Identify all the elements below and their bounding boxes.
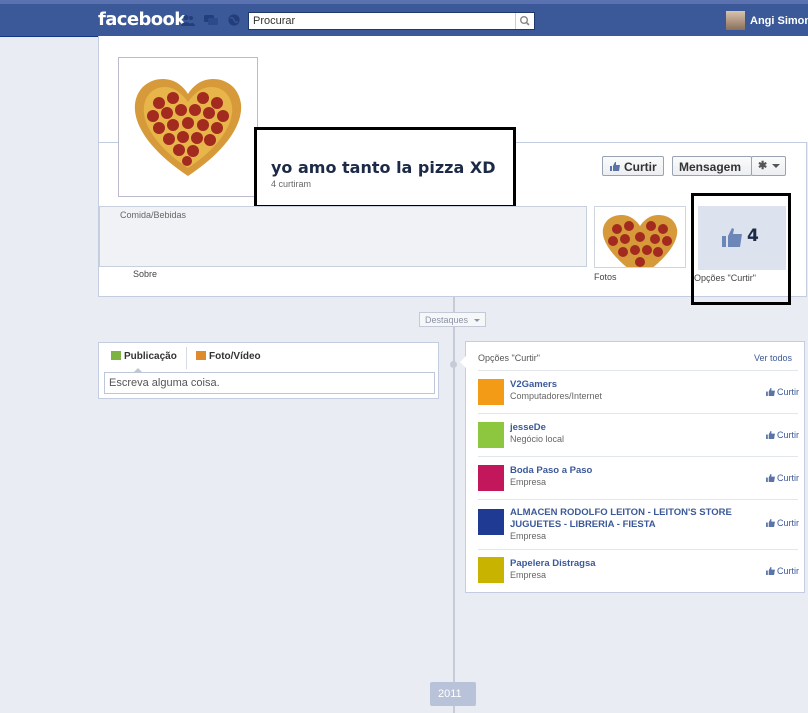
like-button-label: Curtir [777, 430, 799, 440]
liked-page-name[interactable]: ALMACEN RODOLFO LEITON - LEITON'S STORE … [510, 507, 760, 531]
page-category: Comida/Bebidas [120, 210, 187, 220]
page-avatar[interactable] [478, 379, 504, 405]
settings-dropdown-button[interactable]: ✱ [751, 156, 786, 176]
like-button[interactable]: Curtir [766, 518, 799, 528]
chevron-down-icon [772, 164, 780, 168]
user-name[interactable]: Angi Simon [750, 15, 808, 27]
like-button-label: Curtir [777, 518, 799, 528]
thumbs-up-icon [766, 519, 775, 527]
thumbs-up-icon [766, 431, 775, 439]
page-avatar[interactable] [478, 465, 504, 491]
tab-divider [186, 347, 187, 369]
page-avatar[interactable] [478, 422, 504, 448]
page-avatar[interactable] [478, 509, 504, 535]
liked-page-type: Empresa [510, 477, 547, 487]
message-button[interactable]: Mensagem [672, 156, 752, 176]
notifications-globe-icon[interactable] [227, 14, 241, 26]
photo-pizza-image [602, 215, 678, 267]
likes-box-background [698, 206, 786, 270]
list-item: Boda Paso a Paso Empresa Curtir [478, 456, 799, 499]
list-item: V2Gamers Computadores/Internet Curtir [478, 370, 799, 413]
chevron-down-icon [474, 319, 480, 322]
composer-input[interactable] [104, 372, 435, 394]
year-label: 2011 [438, 688, 462, 700]
tab-post[interactable]: Publicação [111, 351, 177, 362]
likes-box[interactable]: 4 Opções "Curtir" [691, 193, 791, 305]
thumbs-up-icon [766, 567, 775, 575]
thumbs-up-icon [766, 388, 775, 396]
post-icon [111, 351, 121, 360]
like-button-label: Curtir [777, 473, 799, 483]
thumbs-up-icon [722, 228, 742, 247]
thumbs-up-icon [766, 474, 775, 482]
like-button[interactable]: Curtir [766, 387, 799, 397]
page-title: yo amo tanto la pizza XD [271, 158, 496, 177]
liked-page-name[interactable]: jesseDe [510, 422, 760, 434]
tab-photo-video[interactable]: Foto/Vídeo [196, 351, 261, 362]
liked-page-type: Empresa [510, 531, 547, 541]
message-button-label: Mensagem [679, 160, 742, 174]
liked-page-name[interactable]: Boda Paso a Paso [510, 465, 760, 477]
post-composer: Publicação Foto/Vídeo [98, 342, 439, 399]
like-button[interactable]: Curtir [766, 473, 799, 483]
liked-page-name[interactable]: V2Gamers [510, 379, 760, 391]
see-all-link[interactable]: Ver todos [754, 353, 792, 363]
tab-photo-video-label: Foto/Vídeo [209, 351, 261, 362]
likes-tab-label[interactable]: Opções "Curtir" [694, 273, 756, 283]
panel-pointer [460, 356, 466, 368]
likes-number: 4 [747, 226, 759, 246]
like-button-label: Curtir [777, 387, 799, 397]
facebook-logo[interactable]: facebook [98, 9, 186, 30]
liked-page-type: Empresa [510, 570, 547, 580]
like-button[interactable]: Curtir [766, 430, 799, 440]
list-item: jesseDe Negócio local Curtir [478, 413, 799, 456]
highlights-dropdown[interactable]: Destaques [419, 312, 486, 327]
list-item: ALMACEN RODOLFO LEITON - LEITON'S STORE … [478, 499, 799, 549]
photos-tab-label[interactable]: Fotos [594, 272, 617, 282]
like-button[interactable]: Curtir [766, 566, 799, 576]
like-page-button[interactable]: Curtir [602, 156, 664, 176]
like-button-label: Curtir [624, 160, 657, 174]
photo-icon [196, 351, 206, 360]
likes-panel-title: Opções "Curtir" [478, 353, 540, 363]
like-button-label: Curtir [777, 566, 799, 576]
user-avatar[interactable] [726, 11, 745, 30]
liked-page-name[interactable]: Papelera Distragsa [510, 558, 760, 570]
page-avatar[interactable] [478, 557, 504, 583]
timeline-line [453, 297, 455, 713]
top-bar: facebook Angi Simon [0, 0, 808, 37]
pizza-heart-image [134, 79, 242, 176]
search-input[interactable] [251, 13, 517, 29]
about-tab-label[interactable]: Sobre [133, 269, 157, 279]
friend-requests-icon[interactable] [181, 14, 195, 26]
page-name-box: yo amo tanto la pizza XD 4 curtiram [254, 127, 516, 208]
list-item: Papelera Distragsa Empresa Curtir [478, 549, 799, 592]
timeline-dot [450, 361, 457, 368]
highlights-label: Destaques [425, 315, 469, 325]
messages-icon[interactable] [204, 14, 218, 26]
liked-page-type: Negócio local [510, 434, 565, 444]
likes-panel: Opções "Curtir" Ver todos V2Gamers Compu… [460, 341, 805, 593]
page-likes-count[interactable]: 4 curtiram [271, 179, 311, 189]
gear-icon: ✱ [758, 160, 768, 172]
liked-page-type: Computadores/Internet [510, 391, 603, 401]
search-box[interactable] [248, 12, 535, 30]
year-marker[interactable]: 2011 [430, 682, 476, 706]
tab-post-label: Publicação [124, 351, 177, 362]
search-icon[interactable] [515, 13, 534, 29]
top-strip [0, 0, 808, 4]
thumbs-up-icon [610, 162, 620, 171]
photos-thumbnail[interactable] [594, 206, 686, 268]
profile-picture[interactable] [118, 57, 258, 197]
